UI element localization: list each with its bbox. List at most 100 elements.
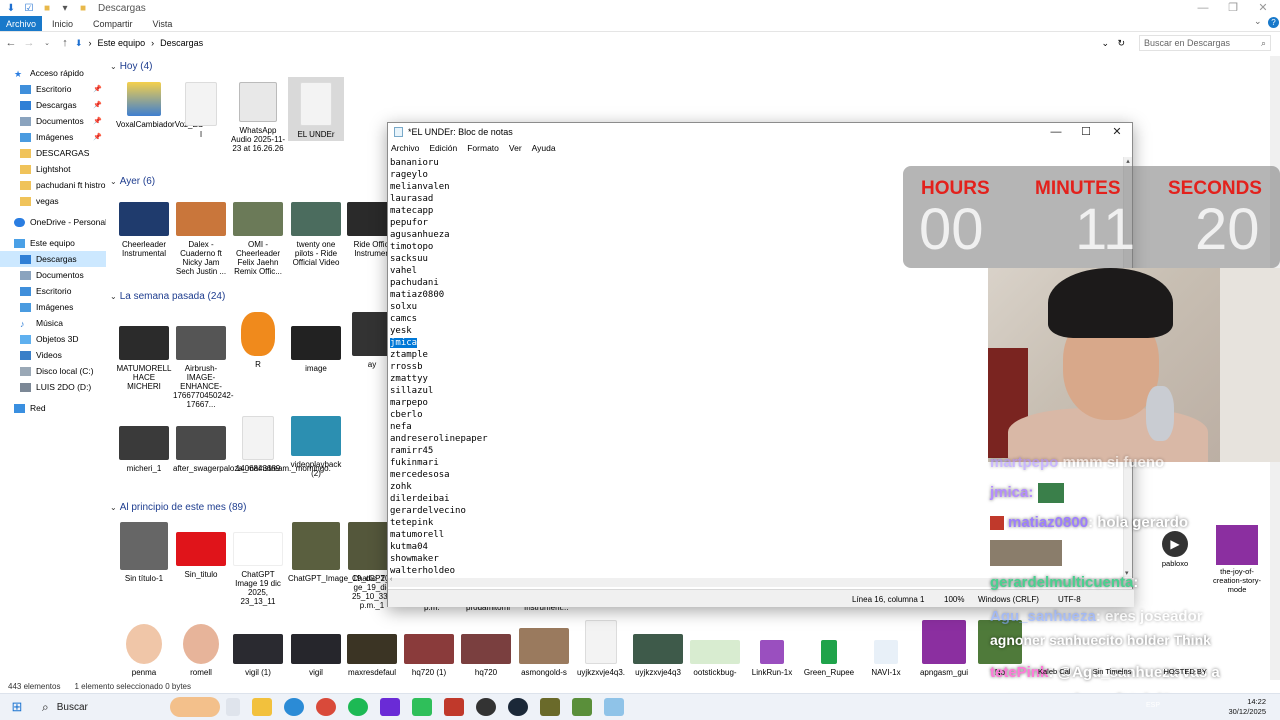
file-item[interactable]: uyjkzxvje4q3 [630, 634, 686, 677]
app-icon[interactable] [380, 698, 400, 716]
app-icon[interactable] [444, 698, 464, 716]
file-item[interactable]: Cheerleader Instrumental [116, 202, 172, 258]
help-icon[interactable]: ? [1268, 17, 1279, 28]
sidebar-item-disco-d[interactable]: LUIS 2DO (D:) [0, 379, 106, 395]
forward-icon[interactable]: → [22, 37, 36, 49]
file-item[interactable]: OMI - Cheerleader Felix Jaehn Remix Offi… [230, 202, 286, 276]
notepad-taskbar-icon[interactable] [604, 698, 624, 716]
sidebar-item-pachudani[interactable]: pachudani ft histroi [0, 177, 106, 193]
group-header-principio-mes[interactable]: ⌄ Al principio de este mes (89) [110, 502, 246, 513]
breadcrumb-este-equipo[interactable]: Este equipo [98, 38, 146, 48]
breadcrumb-descargas[interactable]: Descargas [160, 38, 203, 48]
sidebar-item-documentos[interactable]: Documentos 📌 [0, 113, 106, 129]
file-item[interactable]: LinkRun-1x [744, 640, 800, 677]
sidebar-item-escritorio-pc[interactable]: Escritorio [0, 283, 106, 299]
sidebar-item-descargas[interactable]: Descargas 📌 [0, 97, 106, 113]
file-item[interactable]: Airbrush-IMAGE-ENHANCE-1766770450242-176… [173, 326, 234, 409]
file-item[interactable]: romell [173, 624, 229, 677]
file-item[interactable]: Green_Rupee [801, 640, 857, 677]
group-header-ayer[interactable]: ⌄ Ayer (6) [110, 176, 155, 187]
quick-access-download-icon[interactable]: ⬇ [4, 2, 18, 14]
file-item[interactable]: ootstickbug- [687, 640, 743, 677]
file-item[interactable]: l [173, 82, 229, 139]
file-item[interactable]: MATUMORELL HACE MICHERI [116, 326, 172, 391]
file-item[interactable]: uyjkzxvje4q3. [573, 620, 629, 677]
file-item[interactable]: asmongold-s [516, 628, 572, 677]
minimize-button[interactable]: — [1186, 0, 1220, 16]
restore-button[interactable]: ❐ [1216, 0, 1250, 16]
file-item[interactable]: WhatsApp Audio 2025-11-23 at 16.26.26 [230, 82, 286, 153]
file-item[interactable]: image [288, 326, 344, 373]
minecraft-icon[interactable] [572, 698, 592, 716]
file-explorer-icon[interactable] [252, 698, 272, 716]
tab-vista[interactable]: Vista [143, 16, 183, 31]
file-item[interactable]: apngasm_gui [916, 620, 972, 677]
menu-edicion[interactable]: Edición [429, 143, 457, 153]
sidebar-item-este-equipo[interactable]: Este equipo [0, 235, 106, 251]
back-icon[interactable]: ← [4, 37, 18, 49]
app-icon[interactable] [412, 698, 432, 716]
desktop-icon[interactable]: the-joy-of-creation-story-mode [1206, 525, 1268, 594]
sidebar-item-acceso-rapido[interactable]: ★ Acceso rápido [0, 65, 106, 81]
sidebar-item-onedrive[interactable]: OneDrive - Personal [0, 214, 106, 230]
file-item[interactable]: vigil [288, 634, 344, 677]
sidebar-item-red[interactable]: Red [0, 400, 106, 416]
scroll-up-icon[interactable]: ▴ [1124, 157, 1132, 165]
file-item[interactable]: penma [116, 624, 172, 677]
taskbar-search[interactable]: ⌕ Buscar [34, 696, 164, 718]
file-item[interactable]: videoplayback (2) [288, 416, 344, 478]
tab-archivo[interactable]: Archivo [0, 16, 43, 31]
sidebar-item-escritorio[interactable]: Escritorio 📌 [0, 81, 106, 97]
file-item[interactable]: ChatGPT Image 19 dic 2025, 23_13_11 [230, 532, 286, 606]
file-item-selected[interactable]: EL UNDEr [288, 77, 344, 141]
notepad-close-button[interactable]: ✕ [1102, 123, 1132, 141]
sidebar-item-descargas-pc[interactable]: Descargas [0, 251, 106, 267]
sidebar-item-videos[interactable]: Videos [0, 347, 106, 363]
task-view-icon[interactable] [226, 698, 240, 716]
recent-dropdown-icon[interactable]: ⌄ [40, 39, 54, 47]
file-item[interactable]: hq720 (1) [401, 634, 457, 677]
group-header-semana-pasada[interactable]: ⌄ La semana pasada (24) [110, 291, 225, 302]
file-item[interactable]: 1406843689 [230, 416, 286, 473]
sidebar-item-disco-c[interactable]: Disco local (C:) [0, 363, 106, 379]
sidebar-item-vegas[interactable]: vegas [0, 193, 106, 209]
windows-start-icon[interactable]: ⊞ [4, 699, 30, 715]
sidebar-item-musica[interactable]: ♪ Música [0, 315, 106, 331]
file-item[interactable]: No [972, 620, 1028, 677]
sidebar-item-descargas-folder[interactable]: DESCARGAS [0, 145, 106, 161]
menu-ver[interactable]: Ver [509, 143, 522, 153]
tab-inicio[interactable]: Inicio [42, 16, 83, 31]
file-item[interactable]: NAVI-1x [858, 640, 914, 677]
close-button[interactable]: ✕ [1246, 0, 1280, 16]
steam-icon[interactable] [508, 698, 528, 716]
file-item[interactable]: maxresdefaul [344, 634, 400, 677]
desktop-icon[interactable]: ▶ pabloxo [1150, 525, 1200, 568]
notepad-maximize-button[interactable]: ☐ [1071, 123, 1101, 141]
notepad-title-bar[interactable]: *EL UNDEr: Bloc de notas — ☐ ✕ [388, 123, 1132, 141]
file-item[interactable]: R [230, 312, 286, 369]
edge-icon[interactable] [284, 698, 304, 716]
file-item[interactable]: Dalex - Cuaderno ft Nicky Jam Sech Justi… [173, 202, 229, 276]
file-item[interactable]: micheri_1 [116, 426, 172, 473]
file-item[interactable]: after_swagerpaloza_mainstream._momingo. [173, 426, 331, 473]
quick-access-dropdown-icon[interactable]: ▾ [58, 2, 72, 14]
notepad-horizontal-scrollbar[interactable]: ‹ [388, 576, 1134, 587]
widget-icon[interactable] [170, 697, 220, 717]
sidebar-item-imagenes-pc[interactable]: Imágenes [0, 299, 106, 315]
system-tray[interactable]: 14:22 30/12/2025 [1228, 697, 1266, 717]
tab-compartir[interactable]: Compartir [83, 16, 143, 31]
file-item[interactable]: Sin_titulo [173, 532, 229, 579]
file-item[interactable]: twenty one pilots - Ride Official Video [288, 202, 344, 267]
language-indicator[interactable]: ESP [1146, 702, 1160, 709]
sidebar-item-documentos-pc[interactable]: Documentos [0, 267, 106, 283]
address-dropdown-icon[interactable]: ⌄ [1101, 38, 1109, 49]
scroll-left-icon[interactable]: ‹ [390, 576, 392, 583]
scroll-down-icon[interactable]: ▾ [1125, 569, 1129, 577]
menu-ayuda[interactable]: Ayuda [532, 143, 556, 153]
quick-access-folder-icon[interactable]: ■ [40, 2, 54, 14]
sidebar-item-objetos-3d[interactable]: Objetos 3D [0, 331, 106, 347]
chrome-icon[interactable] [316, 698, 336, 716]
sidebar-item-lightshot[interactable]: Lightshot [0, 161, 106, 177]
obs-icon[interactable] [476, 698, 496, 716]
menu-archivo[interactable]: Archivo [391, 143, 419, 153]
